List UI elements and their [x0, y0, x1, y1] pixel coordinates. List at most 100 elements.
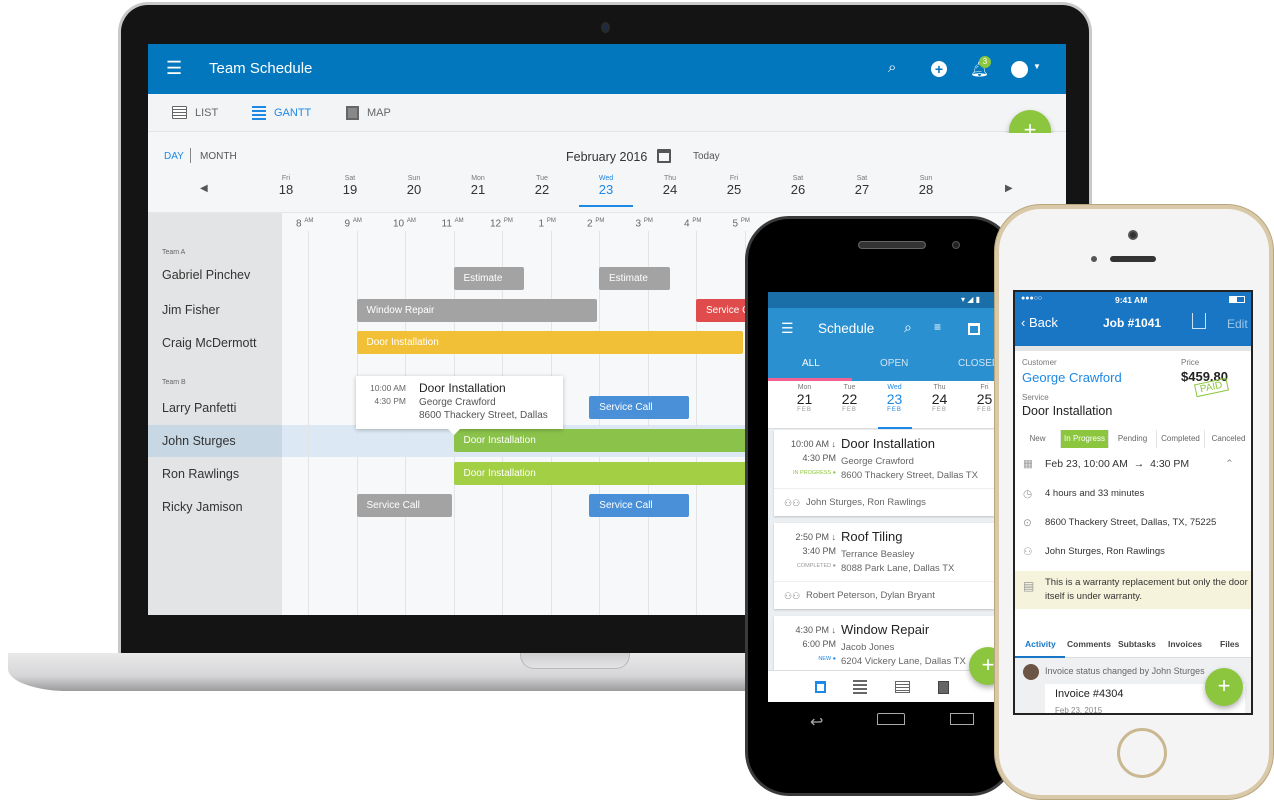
day-24[interactable]: Thu 24 — [650, 175, 690, 197]
tab-activity[interactable]: Activity — [1025, 639, 1056, 649]
day-23[interactable]: Wed 23 FEB — [872, 384, 917, 429]
calendar-icon[interactable] — [968, 323, 980, 335]
search-icon[interactable]: ⌕ — [888, 59, 896, 76]
member-john-sturges[interactable]: John Sturges — [162, 434, 236, 448]
month-abbr: FEB — [932, 407, 947, 413]
day-18[interactable]: Fri 18 — [266, 175, 306, 197]
range-day[interactable]: DAY — [164, 151, 184, 162]
add-icon[interactable]: + — [931, 61, 947, 77]
avatar — [1023, 664, 1039, 680]
job-card[interactable]: 2:50 PM ↓ 3:40 PM COMPLETED ● Roof Tiling Te… — [774, 523, 994, 609]
day-26[interactable]: Sat 26 — [778, 175, 818, 197]
day-28[interactable]: Sun 28 — [906, 175, 946, 197]
divider — [190, 148, 191, 163]
home-button[interactable] — [1117, 728, 1167, 778]
day-27[interactable]: Sat 27 — [842, 175, 882, 197]
signal-icon: ▾ ◢ ▮ — [960, 295, 980, 304]
active-day-indicator — [579, 205, 633, 207]
day-24[interactable]: Thu 24 FEB — [917, 384, 962, 413]
day-25[interactable]: Fri 25 FEB — [962, 384, 998, 413]
view-tabs: LIST GANTT MAP — [148, 94, 1066, 132]
chevron-up-icon[interactable]: ⌃ — [1225, 458, 1234, 470]
tab-closed[interactable]: CLOSED — [958, 358, 998, 369]
tab-gantt[interactable]: GANTT — [252, 106, 311, 120]
range-month[interactable]: MONTH — [200, 151, 237, 162]
status-canceled[interactable]: Canceled — [1205, 430, 1251, 448]
status-completed[interactable]: Completed — [1157, 430, 1205, 448]
job-bar[interactable]: Estimate — [453, 267, 525, 290]
tab-all[interactable]: ALL — [802, 358, 820, 369]
tooltip-customer: George Crawford — [419, 397, 496, 408]
date-bar: DAY MONTH February 2016 Today ◀ ▶ Fri 18 S… — [148, 133, 1066, 213]
menu-icon[interactable]: ☰ — [166, 59, 182, 77]
day-22[interactable]: Tue 22 FEB — [827, 384, 872, 413]
job-bar[interactable]: Service Call — [356, 494, 452, 517]
status-badge: IN PROGRESS ● — [792, 470, 836, 476]
prev-arrow-icon[interactable]: ◀ — [200, 183, 208, 194]
menu-icon[interactable]: ☰ — [781, 320, 794, 337]
member-gabriel-pinchev[interactable]: Gabriel Pinchev — [162, 268, 250, 282]
service-value: Door Installation — [1022, 404, 1113, 418]
member-ricky-jamison[interactable]: Ricky Jamison — [162, 500, 243, 514]
filter-icon[interactable]: ≡ — [934, 320, 941, 334]
share-icon[interactable] — [1192, 313, 1206, 329]
back-label: Back — [1028, 315, 1058, 330]
job-bar[interactable]: Window Repair — [356, 299, 597, 322]
tab-list[interactable]: LIST — [172, 106, 218, 119]
customer-link[interactable]: George Crawford — [1022, 370, 1122, 385]
tab-map[interactable]: MAP — [346, 106, 391, 120]
status-new[interactable]: New — [1015, 430, 1061, 448]
day-view-icon[interactable] — [815, 681, 826, 693]
job-bar[interactable]: Door Installation — [356, 331, 743, 354]
search-icon[interactable]: ⌕ — [904, 319, 912, 336]
account-icon[interactable] — [1011, 61, 1028, 78]
day-number: 25 — [976, 391, 993, 407]
tab-comments[interactable]: Comments — [1067, 639, 1111, 649]
status-in-progress[interactable]: In Progress — [1061, 430, 1109, 448]
active-day-indicator — [878, 427, 912, 429]
job-bar[interactable]: Service Call — [589, 494, 690, 517]
job-card[interactable]: 10:00 AM ↓ 4:30 PM IN PROGRESS ● Door Insta… — [774, 430, 994, 516]
tooltip-end: 4:30 PM — [374, 396, 406, 406]
calendar-icon[interactable] — [657, 149, 671, 163]
edit-button[interactable]: Edit — [1227, 317, 1248, 331]
add-activity-fab[interactable]: + — [1205, 668, 1243, 706]
job-bar[interactable]: Door Installation — [453, 429, 791, 452]
day-number: 23 — [886, 391, 903, 407]
job-bar[interactable]: Estimate — [599, 267, 670, 290]
today-button[interactable]: Today — [693, 151, 720, 162]
back-button[interactable]: ‹ Back — [1021, 315, 1058, 330]
day-20[interactable]: Sun 20 — [394, 175, 434, 197]
member-jim-fisher[interactable]: Jim Fisher — [162, 303, 220, 317]
recents-nav-icon[interactable] — [950, 713, 974, 725]
next-arrow-icon[interactable]: ▶ — [1005, 183, 1013, 194]
day-25[interactable]: Fri 25 — [714, 175, 754, 197]
day-21[interactable]: Mon 21 — [458, 175, 498, 197]
job-bar[interactable]: Door Installation — [453, 462, 791, 485]
chevron-down-icon[interactable]: ▼ — [1033, 62, 1041, 71]
laptop-notch — [520, 653, 630, 669]
member-larry-panfetti[interactable]: Larry Panfetti — [162, 401, 236, 415]
back-nav-icon[interactable]: ↩ — [810, 712, 823, 732]
tab-subtasks[interactable]: Subtasks — [1118, 639, 1156, 649]
day-22[interactable]: Tue 22 — [522, 175, 562, 197]
day-name: Wed — [598, 175, 614, 182]
day-23[interactable]: Wed 23 — [579, 175, 633, 207]
member-ron-rawlings[interactable]: Ron Rawlings — [162, 467, 239, 481]
note-icon: ▤ — [1023, 579, 1035, 593]
map-icon[interactable] — [938, 681, 949, 694]
tab-invoices[interactable]: Invoices — [1168, 639, 1202, 649]
day-21[interactable]: Mon 21 FEB — [782, 384, 827, 413]
job-bar[interactable]: Service Call — [589, 396, 690, 419]
calendar-icon: ▦ — [1023, 458, 1033, 470]
day-number: 20 — [406, 182, 422, 197]
day-19[interactable]: Sat 19 — [330, 175, 370, 197]
job-details: ▦ Feb 23, 10:00 AM → 4:30 PM ⌃ ◷ 4 hours… — [1015, 450, 1251, 630]
list-icon[interactable] — [895, 681, 910, 693]
status-pending[interactable]: Pending — [1109, 430, 1157, 448]
tab-open[interactable]: OPEN — [880, 358, 908, 369]
gantt-icon[interactable] — [853, 680, 867, 694]
tab-files[interactable]: Files — [1220, 639, 1239, 649]
member-craig-mcdermott[interactable]: Craig McDermott — [162, 336, 256, 350]
home-nav-icon[interactable] — [877, 713, 905, 725]
